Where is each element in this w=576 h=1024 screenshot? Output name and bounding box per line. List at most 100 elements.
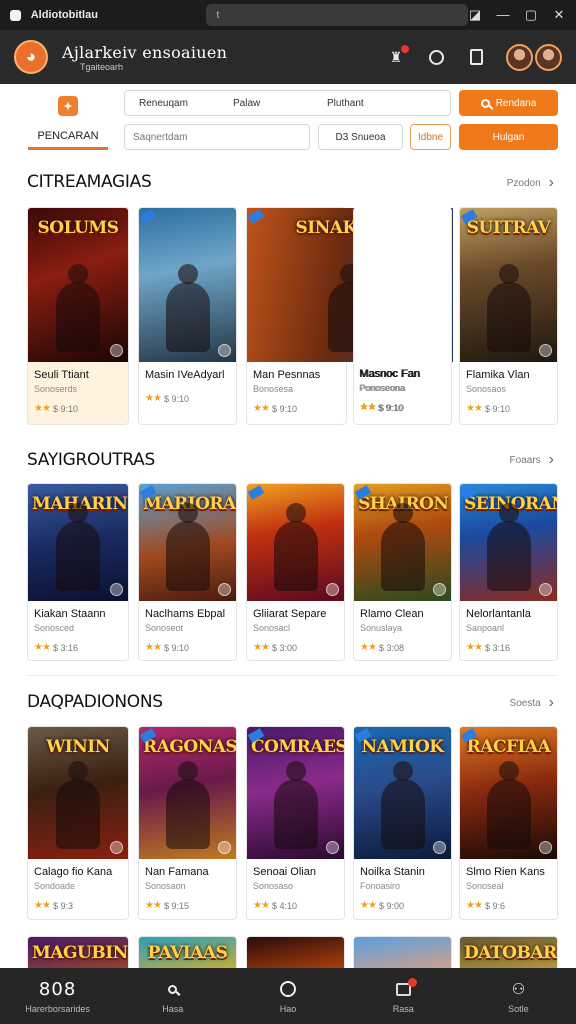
character-art bbox=[165, 264, 210, 352]
game-rating: ★★ $ 3:08 bbox=[360, 642, 447, 653]
game-cover-image[interactable] bbox=[247, 484, 344, 601]
rating-value: $ 3:16 bbox=[484, 642, 510, 653]
game-title: Masnoc Fan bbox=[359, 368, 420, 380]
game-title: Kiakan Staann bbox=[34, 608, 106, 620]
more-button[interactable]: Idbne bbox=[410, 124, 451, 150]
maximize-icon[interactable]: ▢ bbox=[524, 7, 538, 23]
nav-home[interactable]: 808 Harerborsarides bbox=[0, 968, 115, 1024]
sort-select[interactable]: D3 Snueoa bbox=[318, 124, 403, 150]
tab-search[interactable]: PENCARAN bbox=[28, 126, 108, 150]
section-more-link[interactable]: Soesta › bbox=[510, 694, 554, 712]
game-cover-image[interactable]: SUITRAV bbox=[460, 208, 557, 362]
filter-apply-button[interactable]: Hulgan bbox=[459, 124, 558, 150]
nav-label: Hao bbox=[279, 1004, 297, 1014]
star-rating-icon: ★★ bbox=[253, 642, 270, 653]
game-cover-image[interactable]: NAMIOK bbox=[354, 727, 451, 859]
logo-icon[interactable]: ◕ bbox=[14, 40, 48, 74]
games-tab-icon[interactable]: ✦ bbox=[58, 96, 78, 116]
game-card[interactable]: NAMIOK Noilka Stanin Fonoasiro ★★ $ 9:00 bbox=[353, 726, 452, 920]
circle-menu-icon[interactable] bbox=[426, 47, 446, 67]
character-art bbox=[56, 503, 100, 591]
minimize-icon[interactable]: — bbox=[496, 7, 510, 23]
nav-inbox[interactable]: Rasa bbox=[346, 968, 461, 1024]
game-subtitle: Fonoasiro bbox=[360, 881, 401, 891]
game-subtitle: Sonosced bbox=[34, 623, 75, 633]
nav-profile[interactable]: ⚇ Sotle bbox=[461, 968, 576, 1024]
filter-bar[interactable]: Reneuqam Palaw Pluthant bbox=[124, 90, 451, 116]
game-meta: Nan Famana Sonosaon ★★ $ 9:15 bbox=[145, 866, 232, 911]
game-rating: ★★ $ 9:00 bbox=[360, 900, 447, 911]
search-button-label: Rendana bbox=[495, 97, 537, 109]
filter-option[interactable]: Palaw bbox=[233, 98, 313, 109]
game-card[interactable]: SUITRAV Flamika Vlan Sonosaos ★★ $ 9:10 bbox=[459, 207, 558, 425]
game-card[interactable]: SEINORAN Nelorlantanla Sanpoanl ★★$ 3:16 bbox=[459, 483, 558, 661]
game-card[interactable]: WININ Calago fio Kana Sondoade ★★ $ 9:3 bbox=[27, 726, 129, 920]
avatar[interactable] bbox=[506, 43, 533, 71]
game-meta: Naclhams Ebpal Sonoseot ★★ $ 9:10 bbox=[145, 608, 232, 653]
game-subtitle: Sonosaos bbox=[466, 384, 507, 394]
game-cover-image[interactable] bbox=[139, 208, 236, 362]
platform-badge-icon bbox=[539, 583, 552, 596]
game-meta: Flamika Vlan Sonosaos ★★ $ 9:10 bbox=[466, 369, 553, 414]
game-rating: ★★ $ 4:10 bbox=[253, 900, 340, 911]
game-cover-image[interactable]: COMRAES bbox=[247, 727, 344, 859]
game-card[interactable]: Masin IVeAdyarl ★★ $ 9:10 bbox=[138, 207, 237, 425]
game-cover-image[interactable]: MAHARIN bbox=[28, 484, 128, 601]
extensions-icon[interactable]: ◪ bbox=[468, 7, 482, 23]
rating-value: $ 9:10 bbox=[271, 403, 297, 414]
game-rating: ★★ $ 9:10 bbox=[145, 393, 232, 404]
game-meta: Calago fio Kana Sondoade ★★ $ 9:3 bbox=[34, 866, 124, 911]
game-cover-image[interactable]: SEINORAN bbox=[460, 484, 557, 601]
game-meta: Man Pesnnas Bonosesa ★★ $ 9:10 bbox=[253, 369, 342, 414]
platform-badge-icon bbox=[110, 344, 123, 357]
filter-option[interactable]: Reneuqam bbox=[139, 98, 219, 109]
section-more-link[interactable]: Pzodon › bbox=[507, 174, 554, 192]
app-header: ◕ Ajlarkeiv ensoaiuen Tgaiteoarh ♜ bbox=[0, 30, 576, 84]
avatar[interactable] bbox=[535, 43, 562, 71]
character-art bbox=[486, 503, 531, 591]
notification-icon[interactable]: ♜ bbox=[386, 45, 409, 67]
game-subtitle: Sonosaon bbox=[145, 881, 186, 891]
notification-dot bbox=[407, 977, 417, 987]
game-cover-image[interactable]: SHAIRON bbox=[354, 484, 451, 601]
section-title: CITREAMAGIAS bbox=[27, 172, 152, 192]
nav-discover[interactable]: Hao bbox=[230, 968, 345, 1024]
game-card[interactable]: RACFIAA Slmo Rien Kans Sonoseal ★★ $ 9:6 bbox=[459, 726, 558, 920]
tablet-icon[interactable] bbox=[466, 47, 486, 67]
game-card[interactable]: SOLUMS Seuli Ttiant Sonoserds ★★ $ 9:10 bbox=[27, 207, 129, 425]
rating-value: $ 9:10 bbox=[377, 402, 403, 413]
game-card[interactable]: Gliiarat Separe Sonosacl ★★ $ 3:00 bbox=[246, 483, 345, 661]
game-card[interactable]: SINAKTESS Man Pesnnas Bonosesa ★★ $ 9:10 bbox=[246, 207, 453, 425]
profile-icon: ⚇ bbox=[511, 981, 526, 998]
close-icon[interactable]: ✕ bbox=[552, 7, 566, 23]
game-cover-image[interactable]: SOLUMS bbox=[28, 208, 128, 362]
window-title: Aldiotobitlau bbox=[30, 9, 98, 21]
game-title: Nelorlantanla bbox=[466, 608, 531, 620]
game-card[interactable]: MAHARIN Kiakan Staann Sonosced ★★$ 3:16 bbox=[27, 483, 129, 661]
search-input[interactable] bbox=[124, 124, 310, 150]
section-more-label: Foaars bbox=[509, 454, 541, 466]
game-title: Calago fio Kana bbox=[34, 866, 113, 878]
nav-label: Sotle bbox=[508, 1004, 529, 1014]
star-rating-icon: ★★ bbox=[360, 642, 377, 653]
game-cover-image[interactable]: RAGONAS bbox=[139, 727, 236, 859]
game-title: Flamika Vlan bbox=[466, 369, 530, 381]
game-cover-image[interactable]: MARIORAIN bbox=[139, 484, 236, 601]
platform-badge-icon bbox=[326, 841, 339, 854]
game-cover-image[interactable]: WININ bbox=[28, 727, 128, 859]
filter-option[interactable]: Pluthant bbox=[327, 98, 407, 109]
game-title: Nan Famana bbox=[145, 866, 209, 878]
section-more-link[interactable]: Foaars › bbox=[510, 451, 554, 469]
game-meta: Nelorlantanla Sanpoanl ★★ $ 3:16 bbox=[466, 608, 553, 653]
star-rating-icon: ★★ bbox=[253, 403, 270, 414]
character-art bbox=[56, 264, 100, 352]
game-meta: Senoai Olian Sonosaso ★★ $ 4:10 bbox=[253, 866, 340, 911]
game-card[interactable]: COMRAES Senoai Olian Sonosaso ★★ $ 4:10 bbox=[246, 726, 345, 920]
game-card[interactable]: SHAIRON Rlamo Clean Sonuslaya ★★$ 3:08 bbox=[353, 483, 452, 661]
search-button[interactable]: Rendana bbox=[459, 90, 558, 116]
game-cover-image[interactable]: RACFIAA bbox=[460, 727, 557, 859]
game-card[interactable]: MARIORAIN Naclhams Ebpal Sonoseot ★★$ 9:10 bbox=[138, 483, 237, 661]
address-bar[interactable]: t bbox=[206, 4, 468, 26]
game-card[interactable]: RAGONAS Nan Famana Sonosaon ★★ $ 9:15 bbox=[138, 726, 237, 920]
nav-search[interactable]: Hasa bbox=[115, 968, 230, 1024]
